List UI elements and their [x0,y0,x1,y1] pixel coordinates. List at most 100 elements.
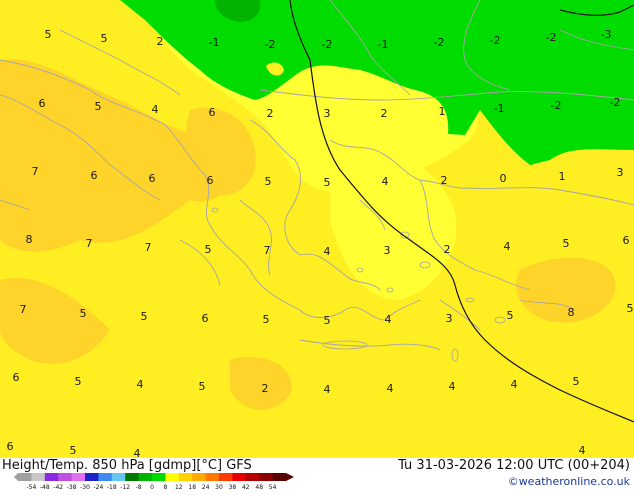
temperature-label: 4 [511,378,518,391]
color-legend-swatch [152,473,166,481]
color-legend-swatch [178,473,193,481]
temperature-label: 4 [385,313,392,326]
temperature-label: 5 [199,380,206,393]
color-legend-swatch [98,473,113,481]
color-legend-swatch [232,473,247,481]
temperature-label: 5 [205,243,212,256]
color-legend-swatch [85,473,99,481]
map-canvas: 5 5 2 -1 -2 -2 -1 -2 -2 -2 -3 6 5 4 6 2 3 2 1 -1 -2 -2 7 6 6 6 5 5 4… [0,0,634,458]
temperature-label: 3 [617,166,624,179]
temperature-label: 7 [20,303,27,316]
color-legend-swatch [192,473,207,481]
temperature-label: 2 [262,382,269,395]
temperature-label: 4 [152,103,159,116]
color-legend-svg: -54 -48 -42 -38 -30 -24 -18 -12 -8 0 8 12 18 24 30 38 42… [14,473,294,491]
temperature-label: 8 [26,233,33,246]
temperature-label: 6 [39,97,46,110]
temperature-label: 4 [579,444,586,457]
temperature-label: 6 [209,106,216,119]
color-legend-swatch [58,473,73,481]
temperature-label: 7 [264,244,271,257]
temperature-label: 2 [267,107,274,120]
footer-bar: Height/Temp. 850 hPa [gdmp][°C] GFS Tu 3… [0,458,634,491]
copyright-link[interactable]: ©weatheronline.co.uk [508,475,630,488]
temperature-label: 6 [202,312,209,325]
color-legend-arrow-right [286,473,294,481]
color-legend-arrow-left [14,473,18,481]
temperature-label: 4 [449,380,456,393]
color-legend-swatches [14,473,294,481]
temperature-label: 5 [75,375,82,388]
temperature-label: 5 [101,32,108,45]
valid-time: Tu 31-03-2026 12:00 UTC (00+204) [398,458,630,473]
temperature-label: 7 [86,237,93,250]
temperature-label: 6 [149,172,156,185]
map-panel: 5 5 2 -1 -2 -2 -1 -2 -2 -2 -3 6 5 4 6 2 3 2 1 -1 -2 -2 7 6 6 6 5 5 4… [0,0,634,458]
temperature-label: 4 [324,245,331,258]
color-legend-swatch [138,473,153,481]
temperature-label: 6 [623,234,630,247]
color-legend-swatch [272,473,287,481]
color-legend-swatch [259,473,274,481]
temperature-label: 5 [324,314,331,327]
temperature-label: 4 [137,378,144,391]
color-legend-swatch [125,473,140,481]
weather-map-page: 5 5 2 -1 -2 -2 -1 -2 -2 -2 -3 6 5 4 6 2 3 2 1 -1 -2 -2 7 6 6 6 5 5 4… [0,0,634,491]
temperature-label: 3 [446,312,453,325]
color-legend-swatch [18,473,32,481]
temperature-label: 6 [91,169,98,182]
color-legend-swatch [111,473,126,481]
color-legend-swatch [31,473,46,481]
temperature-label: 7 [145,241,152,254]
temperature-label: 4 [134,447,141,458]
temperature-label: 5 [573,375,580,388]
temperature-label: 0 [500,172,507,185]
temperature-label: 5 [80,307,87,320]
temperature-label: 5 [324,176,331,189]
color-legend: -54 -48 -42 -38 -30 -24 -18 -12 -8 0 8 12 18 24 30 38 42… [14,471,304,495]
temperature-label: 1 [559,170,566,183]
temperature-label: 6 [207,174,214,187]
temperature-label: -3 [601,28,612,41]
temperature-label: 6 [7,440,14,453]
temperature-label: 4 [382,175,389,188]
temperature-label: -1 [494,102,505,115]
temperature-label: 6 [13,371,20,384]
temperature-label: -2 [434,36,445,49]
temperature-label: 5 [95,100,102,113]
temperature-label: -2 [265,38,276,51]
temperature-label: -2 [546,31,557,44]
color-legend-swatch [165,473,180,481]
color-legend-swatch [219,473,233,481]
temperature-label: 2 [157,35,164,48]
temperature-label: 8 [568,306,575,319]
color-legend-swatch [44,473,59,481]
temperature-label: 1 [439,105,446,118]
temperature-label: 2 [441,174,448,187]
temperature-label: 4 [387,382,394,395]
temperature-label: -2 [490,34,501,47]
temperature-label: 3 [324,107,331,120]
temperature-label: -2 [551,99,562,112]
color-legend-swatch [245,473,260,481]
color-legend-swatch [71,473,86,481]
temperature-label: 5 [563,237,570,250]
temperature-label: 2 [444,243,451,256]
temperature-label: 5 [45,28,52,41]
temperature-label: 4 [324,383,331,396]
temperature-label: 5 [263,313,270,326]
temperature-label: -2 [322,38,333,51]
temperature-label: 5 [507,309,514,322]
temperature-label: -1 [209,36,220,49]
color-legend-swatch [205,473,220,481]
temperature-label: 7 [32,165,39,178]
temperature-label: 5 [141,310,148,323]
temperature-label: 4 [504,240,511,253]
temperature-label: 5 [70,444,77,457]
temperature-label: 5 [265,175,272,188]
temperature-label: -1 [378,38,389,51]
temperature-label: 2 [381,107,388,120]
temperature-label: 5 [627,302,634,315]
temperature-label: -2 [610,96,621,109]
temperature-label: 3 [384,244,391,257]
